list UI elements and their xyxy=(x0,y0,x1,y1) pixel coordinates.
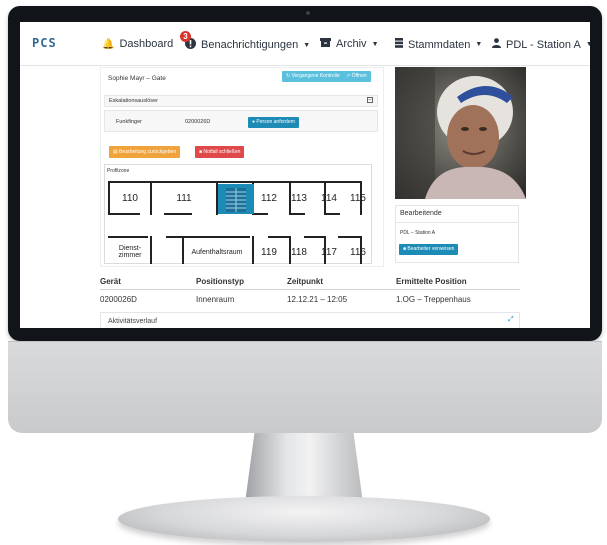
patient-portrait-image xyxy=(395,67,526,199)
wall xyxy=(108,236,148,238)
chevron-down-icon: ▼ xyxy=(371,40,379,48)
brand-logo[interactable]: PCS xyxy=(32,36,78,50)
table-cell-3: 1.OG – Treppenhaus xyxy=(396,295,471,304)
close-emergency-label: Notfall schließen xyxy=(203,149,241,155)
table-header-2[interactable]: Zeitpunkt xyxy=(287,277,323,286)
room-115[interactable]: 115 xyxy=(344,183,372,213)
top-navbar: PCS 🔔 Dashboard 3 Benachrichtigungen ▼ A… xyxy=(20,22,590,66)
trigger-type: Funkfinger xyxy=(116,119,142,125)
wall xyxy=(326,213,340,215)
wall xyxy=(268,236,290,238)
stairwell-highlight[interactable] xyxy=(218,184,254,214)
wall xyxy=(166,236,250,238)
table-header-0[interactable]: Gerät xyxy=(100,277,121,286)
wall xyxy=(291,213,305,215)
open-button[interactable]: ↗ Öffnen xyxy=(342,71,371,82)
request-person-label: Person anfordern xyxy=(256,119,296,125)
room-119[interactable]: 119 xyxy=(254,240,284,264)
table-header-1[interactable]: Positionstyp xyxy=(196,277,244,286)
return-processing-label: Bearbeitung zurückgeben xyxy=(119,149,177,155)
wall xyxy=(338,236,362,238)
table-cell-1: Innenraum xyxy=(196,295,235,304)
request-person-button[interactable]: ● Person anfordern xyxy=(248,117,300,128)
expand-icon[interactable]: ⤢ xyxy=(508,316,514,324)
wall xyxy=(304,236,326,238)
room-113[interactable]: 113 xyxy=(284,183,314,213)
room-114[interactable]: 114 xyxy=(314,183,344,213)
floorplan-map: 110 111 112 113 114 115 Dienst- zimmer Aufenth… xyxy=(104,164,372,264)
desktop-monitor: PCS 🔔 Dashboard 3 Benachrichtigungen ▼ A… xyxy=(0,0,607,545)
monitor-stand-base xyxy=(118,496,490,542)
room-110[interactable]: 110 xyxy=(110,183,150,213)
room-111[interactable]: 111 xyxy=(152,183,216,213)
trigger-device: 0200026D xyxy=(185,119,211,125)
room-116[interactable]: 116 xyxy=(344,240,372,264)
room-118[interactable]: 118 xyxy=(284,240,314,264)
wall xyxy=(252,213,268,215)
card-title: Sophie Mayr – Gate xyxy=(108,75,166,82)
nav-notifications[interactable]: 3 Benachrichtigungen ▼ xyxy=(180,31,311,52)
monitor-chin xyxy=(8,341,602,433)
escalation-label: Eskalationsauslöser xyxy=(109,98,158,104)
nav-masterdata[interactable]: Stammdaten ▼ xyxy=(395,38,482,51)
nav-user-menu[interactable]: PDL - Station A ▼ xyxy=(492,38,590,51)
server-icon xyxy=(395,38,403,51)
close-emergency-button[interactable]: ■ Notfall schließen xyxy=(195,146,245,158)
editors-title: Bearbeitende xyxy=(400,210,442,217)
room-112[interactable]: 112 xyxy=(254,183,284,213)
table-cell-2: 12.12.21 – 12:05 xyxy=(287,295,348,304)
bell-icon: 🔔 xyxy=(102,38,115,50)
nav-archive[interactable]: Archiv ▼ xyxy=(320,38,379,50)
wall xyxy=(150,236,152,264)
patient-photo xyxy=(395,67,526,199)
escalation-row xyxy=(104,110,378,132)
nav-dashboard-label: Dashboard xyxy=(119,38,174,50)
notification-count-badge: 3 xyxy=(180,31,191,42)
room-lounge[interactable]: Aufenthaltsraum xyxy=(184,240,250,264)
activity-title: Aktivitätsverlauf xyxy=(108,318,158,325)
divider xyxy=(395,222,519,223)
forward-editor-label: Bearbeiter verweisen xyxy=(407,246,455,252)
stairs-icon xyxy=(226,188,246,212)
collapse-icon[interactable]: − xyxy=(367,97,373,103)
position-table: Gerät Positionstyp Zeitpunkt Ermittelte Pos… xyxy=(100,273,520,313)
past-control-label: Vergangene Kontrolle xyxy=(291,73,340,79)
room-117[interactable]: 117 xyxy=(314,240,344,264)
app-screen: PCS 🔔 Dashboard 3 Benachrichtigungen ▼ A… xyxy=(20,22,590,328)
open-label: Öffnen xyxy=(351,73,367,79)
logo-text: PCS xyxy=(32,36,57,50)
nav-notifications-label: Benachrichtigungen xyxy=(201,39,299,51)
past-control-button[interactable]: ↻ Vergangene Kontrolle xyxy=(282,71,344,82)
wall xyxy=(108,213,140,215)
table-cell-0: 0200026D xyxy=(100,295,137,304)
wall xyxy=(164,213,192,215)
nav-masterdata-label: Stammdaten xyxy=(408,38,471,51)
return-processing-button[interactable]: ▤ Bearbeitung zurückgeben xyxy=(109,146,181,158)
chevron-down-icon: ▼ xyxy=(585,41,590,48)
chevron-down-icon: ▼ xyxy=(303,41,311,49)
user-icon xyxy=(492,38,501,51)
archive-icon xyxy=(320,38,331,50)
activity-panel xyxy=(100,312,520,328)
nav-dashboard[interactable]: 🔔 Dashboard xyxy=(102,38,173,50)
nav-archive-label: Archiv xyxy=(336,38,367,50)
editor-entry: PDL – Station A xyxy=(400,230,436,236)
chevron-down-icon: ▼ xyxy=(475,41,483,48)
forward-editor-button[interactable]: ■ Bearbeiter verweisen xyxy=(399,244,459,255)
room-staff[interactable]: Dienst- zimmer xyxy=(110,240,150,264)
table-header-divider xyxy=(100,289,520,290)
monitor-stand-neck xyxy=(245,433,363,503)
alert-icon: 3 xyxy=(180,31,196,52)
table-header-3[interactable]: Ermittelte Position xyxy=(396,277,467,286)
webcam-dot xyxy=(306,11,310,15)
nav-user-label: PDL - Station A xyxy=(506,38,581,51)
